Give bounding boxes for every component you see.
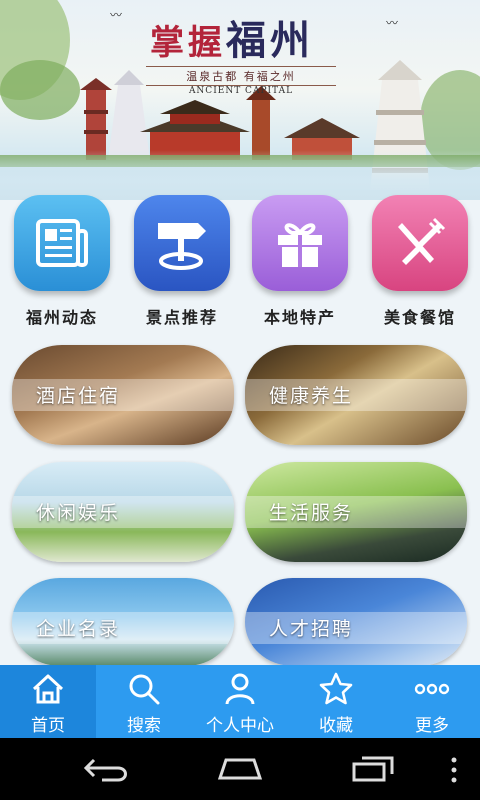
tab-home[interactable]: 首页 (0, 665, 96, 738)
category-label: 福州动态 (25, 308, 98, 327)
home-icon (32, 674, 64, 704)
banner-subtitle: 温泉古都 有福之州 (146, 66, 336, 86)
tab-label: 搜索 (127, 716, 161, 736)
card-label: 生活服务 (269, 502, 354, 524)
bird-icon: 〰 (386, 16, 399, 30)
water-mist (0, 150, 480, 200)
title-part-1: 掌握 (150, 23, 226, 63)
tab-more[interactable]: 更多 (384, 665, 480, 738)
bird-icon: 〰 (110, 8, 123, 22)
card-enterprise-directory[interactable]: 企业名录 (12, 578, 234, 666)
card-life-services[interactable]: 生活服务 (245, 462, 467, 562)
app-title: 掌握福州 (150, 8, 314, 66)
category-food-restaurants[interactable]: 美食餐馆 (364, 195, 474, 330)
fork-knife-icon (372, 195, 468, 291)
back-icon[interactable] (82, 756, 132, 782)
person-icon (225, 673, 255, 705)
card-label: 人才招聘 (269, 618, 354, 640)
card-recruitment[interactable]: 人才招聘 (245, 578, 467, 666)
card-label: 企业名录 (36, 618, 121, 640)
category-label: 本地特产 (263, 308, 336, 327)
star-icon (319, 672, 353, 705)
category-fuzhou-news[interactable]: 福州动态 (6, 195, 116, 330)
tab-favorites[interactable]: 收藏 (288, 665, 384, 738)
card-hotels[interactable]: 酒店住宿 (12, 345, 234, 445)
tab-label: 收藏 (319, 716, 353, 736)
more-dots-icon (414, 683, 450, 695)
recent-apps-icon[interactable] (350, 754, 398, 784)
tab-label: 更多 (415, 716, 449, 736)
card-leisure[interactable]: 休闲娱乐 (12, 462, 234, 562)
tab-label: 个人中心 (206, 716, 274, 736)
title-part-2: 福州 (226, 17, 314, 64)
signpost-icon (134, 195, 230, 291)
newspaper-icon (14, 195, 110, 291)
bottom-tab-bar: 首页 搜索 个人中心 收藏 更多 (0, 665, 480, 738)
home-button-icon[interactable] (214, 756, 266, 782)
overflow-menu-icon[interactable] (448, 756, 460, 784)
card-label: 健康养生 (269, 385, 354, 407)
card-label: 酒店住宿 (36, 385, 121, 407)
category-label: 景点推荐 (145, 308, 218, 327)
system-navigation-bar (0, 738, 480, 800)
category-grid: 福州动态 景点推荐 本地特产 美食餐馆 (0, 195, 480, 340)
banner-english-caption: ANCIENT CAPITAL (188, 86, 294, 96)
tab-label: 首页 (31, 716, 65, 736)
gift-icon (252, 195, 348, 291)
search-icon (129, 674, 160, 705)
card-label: 休闲娱乐 (36, 502, 121, 524)
header-banner: 〰 〰 掌握福州 温泉古都 有福之州 ANCIENT CAPITAL (0, 0, 480, 200)
category-attractions[interactable]: 景点推荐 (126, 195, 236, 330)
card-health[interactable]: 健康养生 (245, 345, 467, 445)
category-local-specialties[interactable]: 本地特产 (244, 195, 354, 330)
category-label: 美食餐馆 (383, 308, 456, 327)
tab-personal-center[interactable]: 个人中心 (192, 665, 288, 738)
tab-search[interactable]: 搜索 (96, 665, 192, 738)
